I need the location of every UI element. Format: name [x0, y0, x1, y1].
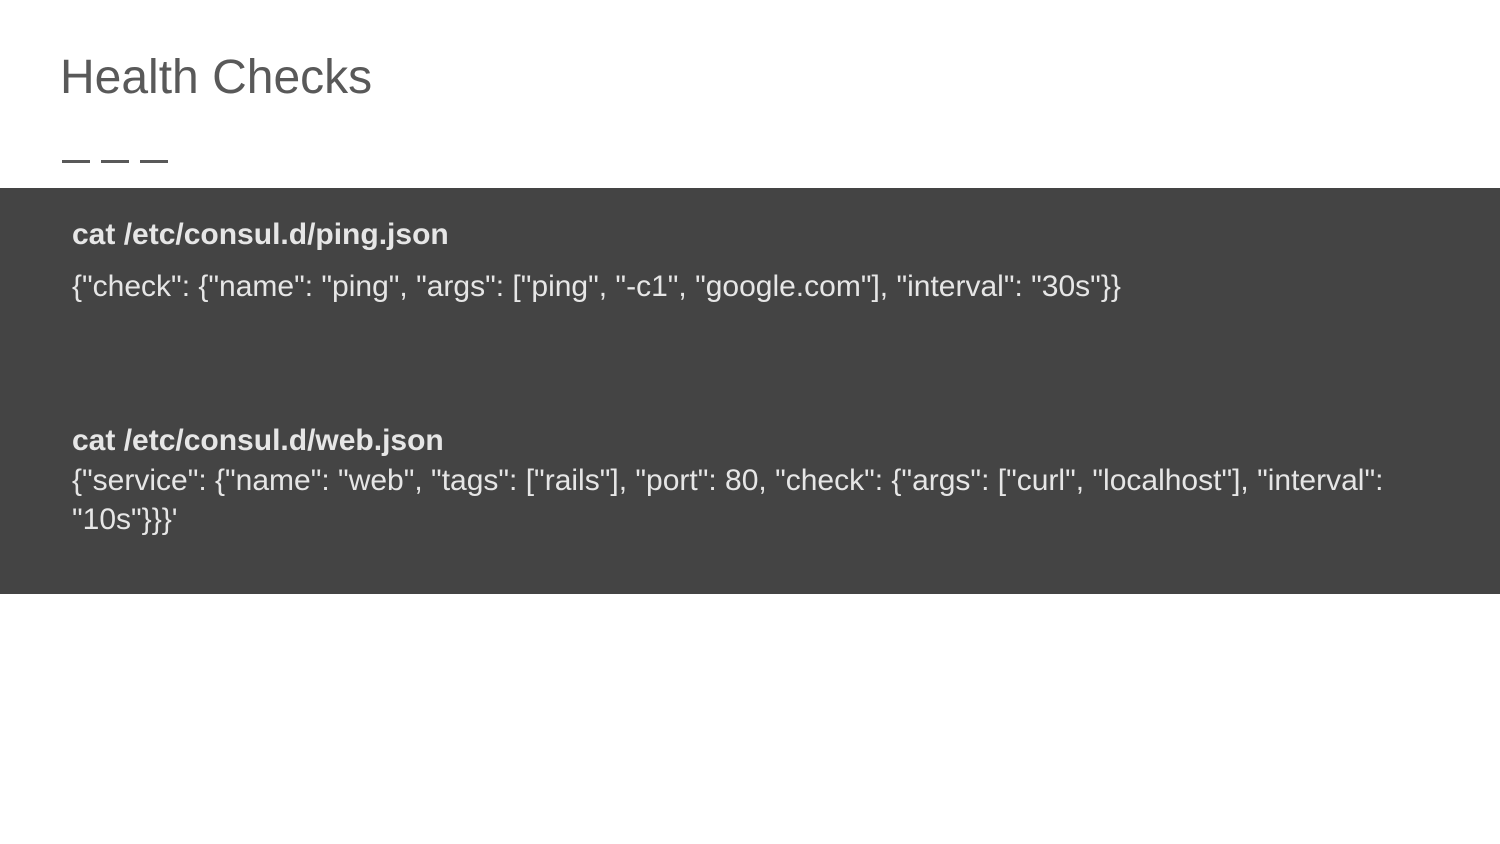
command-line: cat /etc/consul.d/web.json — [72, 422, 1428, 460]
json-output: {"service": {"name": "web", "tags": ["ra… — [72, 462, 1428, 539]
divider-dashes — [60, 160, 1440, 163]
slide: Health Checks cat /etc/consul.d/ping.jso… — [0, 0, 1500, 844]
json-output: {"check": {"name": "ping", "args": ["pin… — [72, 268, 1428, 306]
dash — [140, 160, 168, 163]
dash — [101, 160, 129, 163]
gap — [72, 307, 1428, 422]
slide-title: Health Checks — [60, 50, 1440, 105]
code-block: cat /etc/consul.d/ping.json {"check": {"… — [0, 188, 1500, 594]
command-line: cat /etc/consul.d/ping.json — [72, 216, 1428, 254]
dash — [62, 160, 90, 163]
